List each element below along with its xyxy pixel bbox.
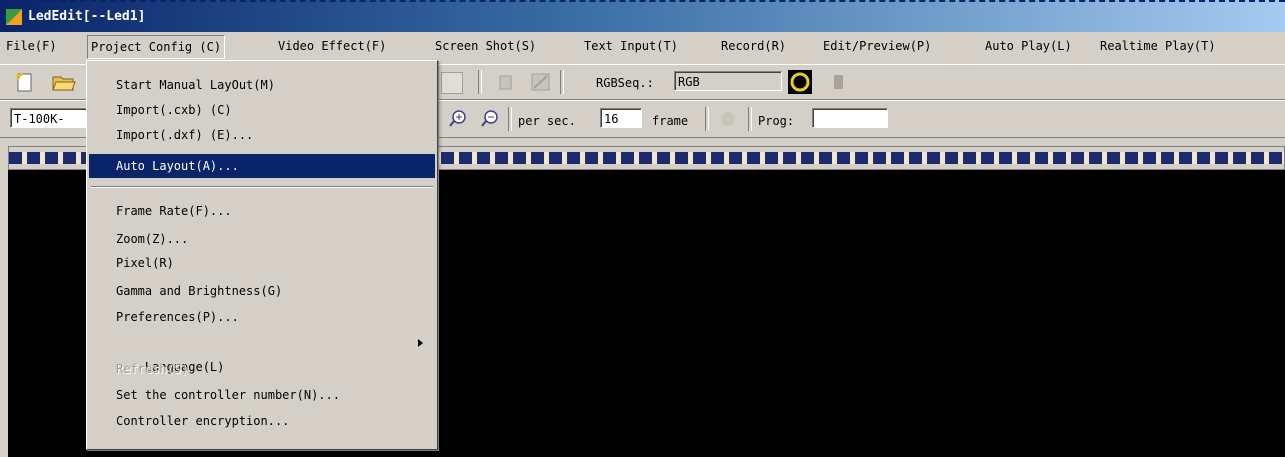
app-icon	[6, 9, 22, 25]
menu-file[interactable]: File(F)	[6, 37, 57, 55]
menu-item-auto-layout[interactable]: Auto Layout(A)...	[89, 154, 435, 178]
menu-item-language[interactable]: Language(L)	[89, 331, 435, 374]
eraser-icon[interactable]	[832, 73, 846, 94]
menu-item-controller-encryption[interactable]: Controller encryption...	[89, 409, 435, 433]
frame-rate-field[interactable]: 16	[600, 108, 642, 128]
submenu-arrow-icon	[418, 339, 423, 347]
menu-item-refresh: Refresh(S)	[116, 362, 189, 376]
menu-item-frame-rate[interactable]: Frame Rate(F)...	[89, 199, 435, 223]
color-wheel-icon[interactable]	[788, 70, 812, 94]
zoom-in-icon[interactable]	[448, 109, 468, 132]
menu-item-import-dxf[interactable]: Import(.dxf) (E)...	[89, 123, 435, 147]
menu-bar: File(F) Project Config (C) Video Effect(…	[0, 32, 1285, 59]
paste-icon[interactable]	[495, 72, 515, 95]
menu-item-zoom[interactable]: Zoom(Z)...	[89, 227, 435, 251]
menu-item-preferences[interactable]: Preferences(P)...	[89, 305, 435, 329]
menu-edit-preview[interactable]: Edit/Preview(P)	[823, 37, 931, 55]
rgb-seq-label: RGBSeq.:	[596, 76, 654, 90]
menu-video-effect[interactable]: Video Effect(F)	[278, 37, 386, 55]
menu-project-config[interactable]: Project Config (C)	[87, 35, 226, 59]
menu-record[interactable]: Record(R)	[721, 37, 786, 55]
prog-field[interactable]	[812, 108, 888, 128]
disabled-button[interactable]	[441, 72, 463, 94]
project-config-menu: Start Manual LayOut(M) Import(.cxb) (C) …	[86, 60, 438, 450]
open-folder-icon[interactable]	[52, 71, 76, 96]
per-sec-label: per sec.	[518, 114, 576, 128]
menu-item-start-manual-layout[interactable]: Start Manual LayOut(M)	[89, 73, 435, 97]
new-file-icon[interactable]	[14, 71, 36, 96]
menu-item-set-controller-number[interactable]: Set the controller number(N)...	[89, 383, 435, 407]
menu-item-pixel[interactable]: Pixel(R)	[89, 251, 435, 275]
frame-label: frame	[652, 114, 689, 128]
play-icon[interactable]	[718, 109, 738, 132]
menu-auto-play[interactable]: Auto Play(L)	[985, 37, 1072, 55]
menu-item-gamma-brightness[interactable]: Gamma and Brightness(G)	[89, 279, 435, 303]
window-title: LedEdit[--Led1]	[28, 9, 146, 24]
controller-select[interactable]: T-100K-	[10, 108, 90, 128]
menu-text-input[interactable]: Text Input(T)	[584, 37, 678, 55]
menu-realtime-play[interactable]: Realtime Play(T)	[1100, 37, 1216, 55]
menu-item-import-cxb[interactable]: Import(.cxb) (C)	[89, 98, 435, 122]
menu-screen-shot[interactable]: Screen Shot(S)	[435, 37, 536, 55]
prog-label: Prog:	[758, 114, 795, 128]
draw-icon[interactable]	[530, 71, 552, 96]
rgb-seq-field[interactable]: RGB	[674, 71, 782, 91]
zoom-out-icon[interactable]	[480, 109, 500, 132]
title-bar: LedEdit[--Led1]	[0, 0, 1285, 32]
